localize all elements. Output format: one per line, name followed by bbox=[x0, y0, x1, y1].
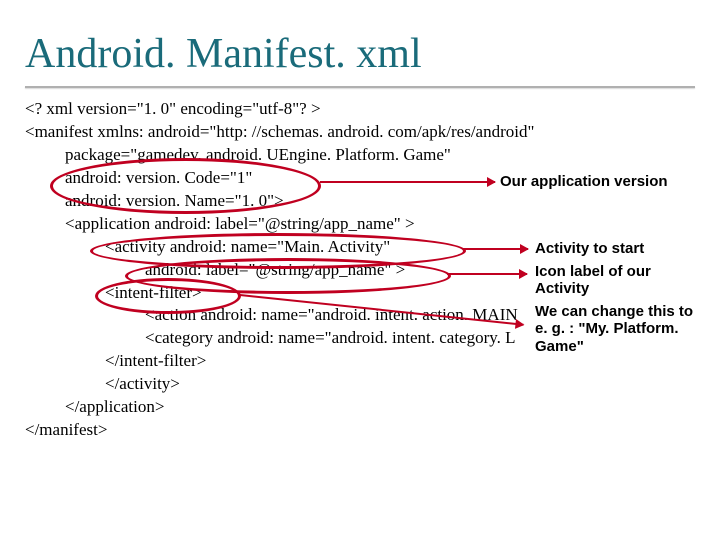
annotation: Our application version bbox=[500, 173, 668, 190]
code-line: android: version. Name="1. 0"> bbox=[25, 190, 695, 213]
code-line: <application android: label="@string/app… bbox=[25, 213, 695, 236]
code-line: </manifest> bbox=[25, 419, 695, 442]
annotation: Icon label of our Activity bbox=[535, 263, 685, 298]
code-line: <manifest xmlns: android="http: //schema… bbox=[25, 121, 695, 144]
code-block: <? xml version="1. 0" encoding="utf-8"? … bbox=[25, 98, 695, 442]
code-line: package="gamedev. android. UEngine. Plat… bbox=[25, 144, 695, 167]
code-line: <? xml version="1. 0" encoding="utf-8"? … bbox=[25, 98, 695, 121]
code-line: </application> bbox=[25, 396, 695, 419]
title-underline bbox=[25, 86, 695, 88]
code-line: </activity> bbox=[25, 373, 695, 396]
annotation: Activity to start bbox=[535, 240, 644, 257]
annotation: We can change this to e. g. : "My. Platf… bbox=[535, 303, 705, 355]
slide-title: Android. Manifest. xml bbox=[25, 30, 695, 78]
